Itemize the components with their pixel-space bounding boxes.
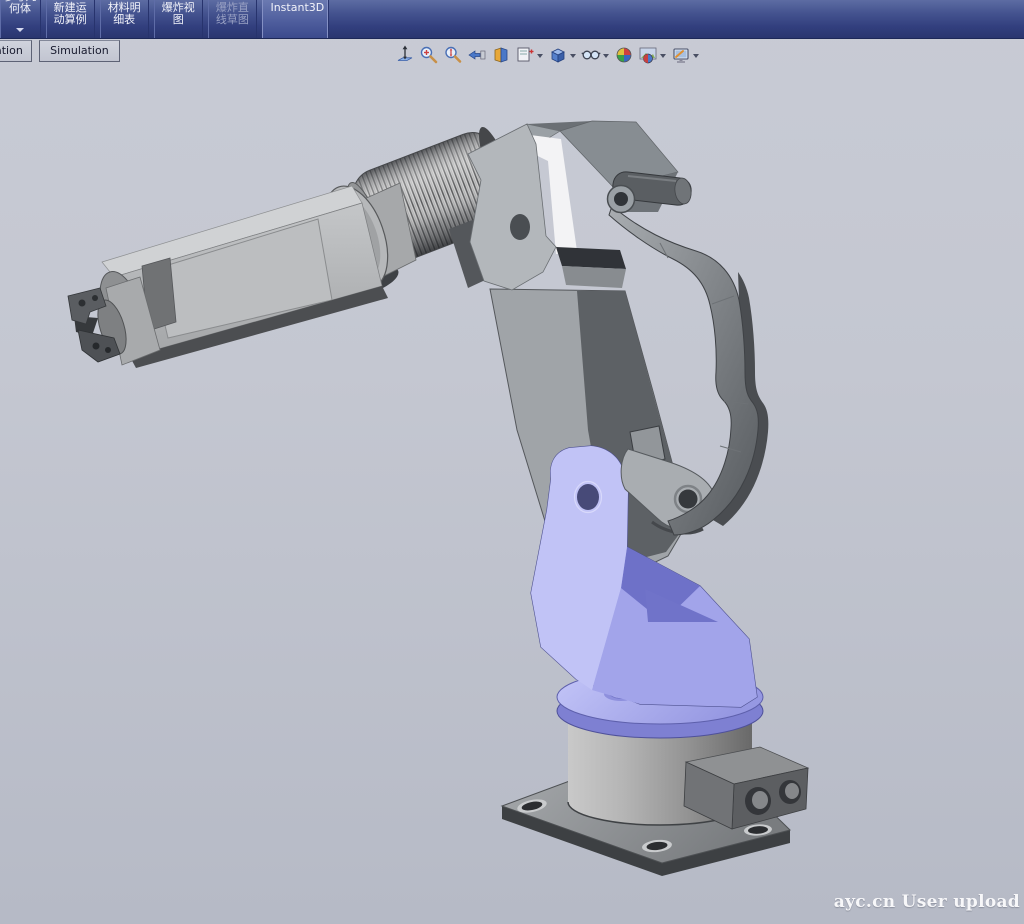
ribbon-button-reference-geometry[interactable]: 参考几 何体 — [0, 0, 41, 38]
hide-show-items-icon[interactable] — [581, 45, 601, 65]
command-manager-ribbon: 参考几 何体 新建运 动算例 材料明 细表 爆炸视 图 爆炸直 线草图 Inst… — [0, 0, 1024, 39]
button-label: 细表 — [100, 14, 148, 26]
graphics-viewport[interactable] — [0, 0, 1024, 924]
ribbon-button-new-motion-study[interactable]: 新建运 动算例 — [46, 0, 95, 38]
command-manager-tabs: ation Simulation — [0, 40, 122, 62]
button-label: 何体 — [0, 3, 40, 15]
elbow-head[interactable] — [449, 121, 678, 290]
display-style-dropdown-arrow[interactable] — [570, 54, 576, 58]
zoom-to-fit-icon[interactable] — [395, 45, 415, 65]
hide-show-items-dropdown-arrow[interactable] — [603, 54, 609, 58]
tab-simulation[interactable]: Simulation — [39, 40, 120, 62]
apply-scene-dropdown-arrow[interactable] — [660, 54, 666, 58]
watermark: ayc.cn User upload — [834, 892, 1020, 912]
section-view-icon[interactable] — [491, 45, 511, 65]
tab-label: ation — [0, 44, 23, 57]
button-label: Instant3D — [262, 2, 328, 14]
button-label: 动算例 — [46, 14, 94, 26]
ribbon-button-exploded-view[interactable]: 爆炸视 图 — [154, 0, 203, 38]
clevis-hole — [510, 214, 530, 240]
button-label: 线草图 — [208, 14, 256, 26]
ribbon-button-explode-line-sketch: 爆炸直 线草图 — [208, 0, 257, 38]
ribbon-button-bill-of-materials[interactable]: 材料明 细表 — [100, 0, 149, 38]
zoom-to-area-icon[interactable] — [419, 45, 439, 65]
view-orientation-icon[interactable] — [515, 45, 535, 65]
view-settings-dropdown-arrow[interactable] — [693, 54, 699, 58]
bracket-hole — [577, 484, 599, 510]
link-hole — [679, 490, 698, 509]
apply-scene-icon[interactable] — [638, 45, 658, 65]
heads-up-view-toolbar — [393, 44, 702, 66]
view-orientation-dropdown-arrow[interactable] — [537, 54, 543, 58]
view-settings-icon[interactable] — [671, 45, 691, 65]
previous-view-icon[interactable] — [467, 45, 487, 65]
dropdown-arrow-icon[interactable] — [16, 28, 24, 32]
ribbon-button-instant3d[interactable]: Instant3D — [262, 0, 329, 38]
zoom-in-out-icon[interactable] — [443, 45, 463, 65]
tab-clipped[interactable]: ation — [0, 40, 32, 62]
solidworks-window: { "ribbon": { "buttons": [ {"id":"refere… — [0, 0, 1024, 924]
tab-label: Simulation — [50, 44, 109, 57]
display-style-icon[interactable] — [548, 45, 568, 65]
button-label: 图 — [154, 14, 202, 26]
edit-appearance-icon[interactable] — [614, 45, 634, 65]
robot-arm-model[interactable] — [0, 0, 1024, 924]
